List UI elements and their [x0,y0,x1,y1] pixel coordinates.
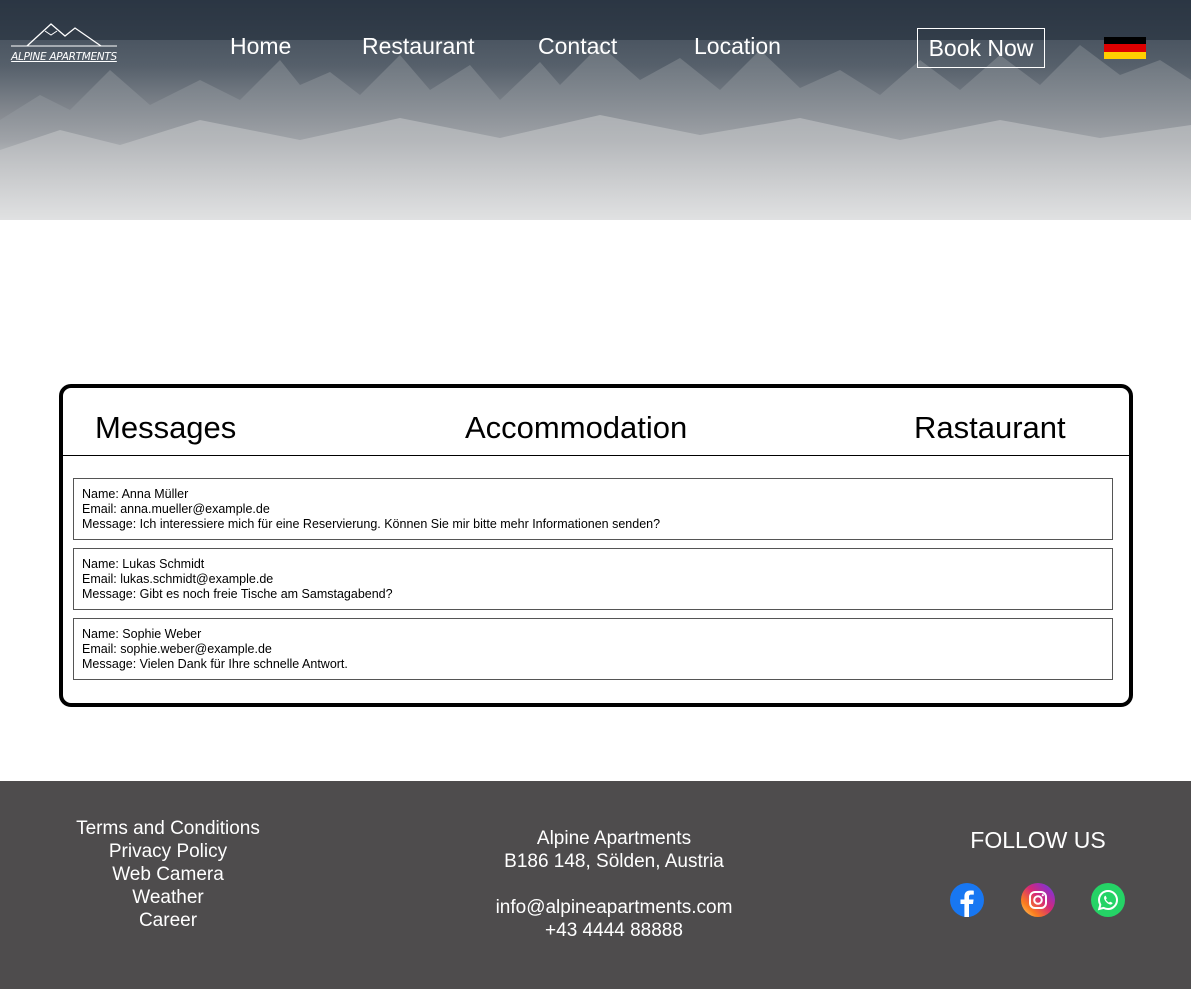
footer-link-weather[interactable]: Weather [48,886,288,909]
message-email: Email: anna.mueller@example.de [82,502,270,516]
admin-panel: Messages Accommodation Rastaurant Name: … [59,384,1133,707]
book-now-button[interactable]: Book Now [917,28,1045,68]
nav-home[interactable]: Home [230,33,291,60]
logo-text: ALPINE APARTMENTS [11,51,117,63]
panel-tabs: Messages Accommodation Rastaurant [63,388,1129,456]
message-text: Message: Vielen Dank für Ihre schnelle A… [82,657,348,671]
company-name: Alpine Apartments [536,828,692,849]
tab-restaurant[interactable]: Rastaurant [914,410,1066,446]
facebook-icon[interactable] [950,883,984,917]
contact-phone[interactable]: +43 4444 88888 [464,919,764,942]
hero-banner: ALPINE APARTMENTS Home Restaurant Contac… [0,0,1191,220]
message-text: Message: Ich interessiere mich für eine … [82,517,661,531]
footer-links: Terms and Conditions Privacy Policy Web … [48,817,288,932]
message-name: Name: Sophie Weber [82,627,202,641]
whatsapp-icon[interactable] [1091,883,1125,917]
contact-email[interactable]: info@alpineapartments.com [464,896,764,919]
footer: Terms and Conditions Privacy Policy Web … [0,781,1191,989]
nav-location[interactable]: Location [694,33,781,60]
message-name: Name: Anna Müller [82,487,189,501]
footer-link-terms[interactable]: Terms and Conditions [48,817,288,840]
company-address: B186 148, Sölden, Austria [504,851,724,872]
footer-contact: Alpine Apartments B186 148, Sölden, Aust… [464,827,764,942]
message-card[interactable]: Name: Lukas Schmidt Email: lukas.schmidt… [73,548,1113,610]
instagram-icon[interactable] [1021,883,1055,917]
message-text: Message: Gibt es noch freie Tische am Sa… [82,587,393,601]
tab-messages[interactable]: Messages [95,410,236,446]
nav-restaurant[interactable]: Restaurant [362,33,475,60]
footer-link-privacy[interactable]: Privacy Policy [48,840,288,863]
message-card[interactable]: Name: Sophie Weber Email: sophie.weber@e… [73,618,1113,680]
tab-accommodation[interactable]: Accommodation [465,410,687,446]
mountain-logo-icon [11,23,117,47]
footer-link-webcam[interactable]: Web Camera [48,863,288,886]
footer-link-career[interactable]: Career [48,909,288,932]
message-card[interactable]: Name: Anna Müller Email: anna.mueller@ex… [73,478,1113,540]
message-email: Email: sophie.weber@example.de [82,642,272,656]
german-flag-icon[interactable] [1104,37,1146,59]
nav-contact[interactable]: Contact [538,33,617,60]
message-name: Name: Lukas Schmidt [82,557,205,571]
logo[interactable]: ALPINE APARTMENTS [9,20,119,68]
follow-us-label: FOLLOW US [970,827,1106,853]
message-email: Email: lukas.schmidt@example.de [82,572,274,586]
